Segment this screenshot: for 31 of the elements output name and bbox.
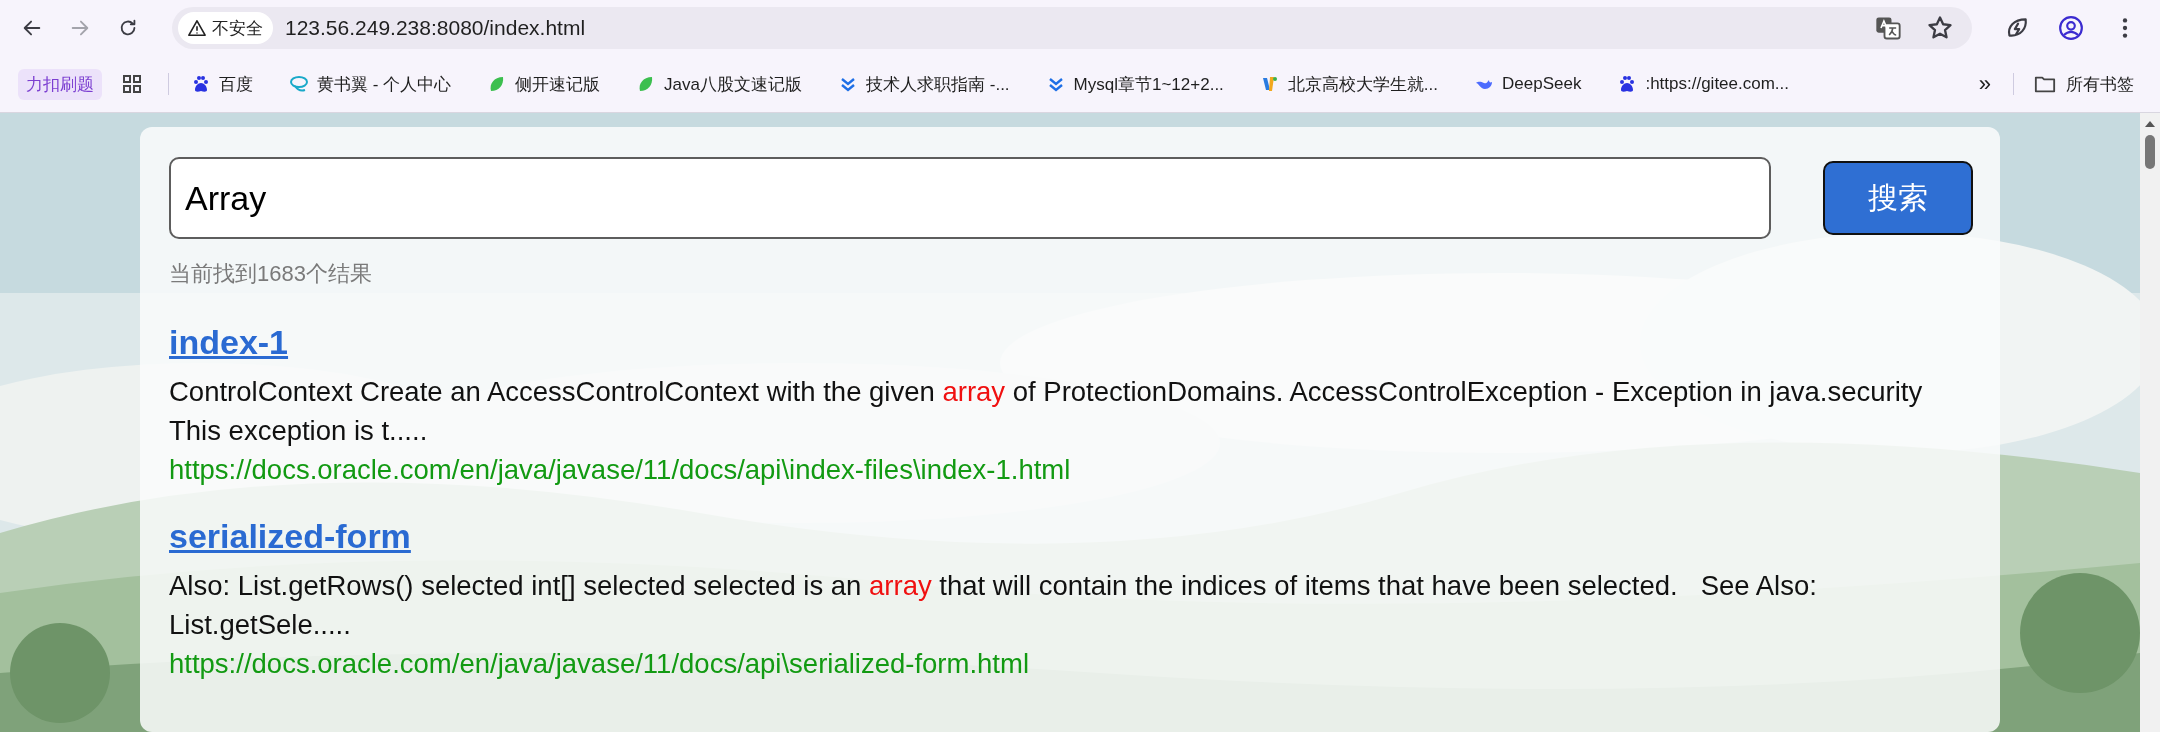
warning-icon: [188, 19, 206, 37]
bookmark-item[interactable]: :https://gitee.com...: [1607, 70, 1800, 98]
bookmark-chip[interactable]: 力扣刷题: [18, 68, 102, 100]
folder-icon: [2034, 74, 2056, 94]
bookmark-item[interactable]: 侧开速记版: [477, 68, 611, 100]
bookmark-item[interactable]: DeepSeek: [1464, 70, 1592, 98]
address-bar[interactable]: 不安全 123.56.249.238:8080/index.html: [172, 7, 1972, 49]
bookmark-item[interactable]: 百度: [181, 68, 263, 100]
search-button[interactable]: 搜索: [1823, 161, 1973, 235]
result-snippet: ControlContext Create an AccessControlContext with the given array of ProtectionDomains. AccessControlException - Exception in java.security This exception is t.....: [169, 375, 1924, 448]
star-icon[interactable]: [1926, 14, 1954, 42]
bookmark-item[interactable]: 技术人求职指南 -...: [828, 68, 1020, 100]
result-url: https://docs.oracle.com/en/java/javase/11/docs/api\serialized-form.html: [169, 647, 1031, 681]
result-snippet: Also: List.getRows() selected int[] selected selected is an array that will contain the indices of items that have been selected. See Also: List.getSele.....: [169, 569, 1818, 642]
url-text: 123.56.249.238:8080/index.html: [285, 16, 587, 40]
bookmark-folder[interactable]: 所有书签: [2026, 68, 2142, 100]
profile-icon[interactable]: [2058, 15, 2084, 41]
security-chip[interactable]: 不安全: [178, 12, 273, 44]
result-url: https://docs.oracle.com/en/java/javase/11/docs/api\index-files\index-1.html: [169, 453, 1072, 487]
apps-grid-icon[interactable]: [122, 74, 142, 94]
result-title-link[interactable]: index-1: [169, 323, 289, 362]
bookmark-item[interactable]: 北京高校大学生就...: [1249, 68, 1448, 100]
result-count: 当前找到1683个结果: [169, 260, 373, 288]
more-bookmarks-button[interactable]: »: [1968, 71, 2001, 97]
search-field[interactable]: Array: [169, 157, 1771, 239]
result-title-link[interactable]: serialized-form: [169, 517, 411, 556]
swirl-icon: [289, 74, 309, 94]
bookmark-item[interactable]: Mysql章节1~12+2...: [1035, 68, 1234, 100]
bookmark-item[interactable]: Java八股文速记版: [626, 68, 813, 100]
bookmark-item[interactable]: 黄书翼 - 个人中心: [279, 68, 462, 100]
paw-icon: [191, 74, 211, 94]
